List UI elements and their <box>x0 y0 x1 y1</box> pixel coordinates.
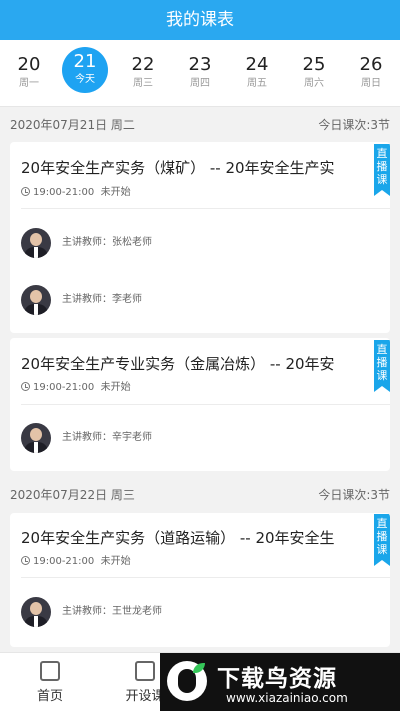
day-weekday: 周三 <box>133 78 153 89</box>
divider <box>21 208 390 209</box>
day-date: 2020年07月21日 周二 <box>10 118 135 132</box>
divider <box>21 404 390 405</box>
live-course-badge: 直播课 <box>374 144 390 196</box>
clock-icon <box>21 187 30 196</box>
day-number: 25 <box>302 54 326 75</box>
day-number: 26 <box>359 54 383 75</box>
live-course-badge: 直播课 <box>374 340 390 392</box>
badge-label: 直播课 <box>376 147 388 186</box>
course-status: 未开始 <box>100 556 131 567</box>
day-header: 2020年07月21日 周二 今日课次:3节 <box>0 108 400 142</box>
badge-label: 直播课 <box>376 517 388 556</box>
clock-icon <box>21 382 30 391</box>
day-weekday: 周一 <box>19 78 39 89</box>
week-date-strip: 20 周一 21 今天 22 周三 23 周四 24 周五 25 周六 26 周… <box>0 40 400 107</box>
page-title: 我的课表 <box>166 10 234 30</box>
tab-home[interactable]: 首页 <box>10 653 90 704</box>
day-24[interactable]: 24 周五 <box>234 53 280 97</box>
badge-label: 直播课 <box>376 343 388 382</box>
teacher-name: 主讲教师：李老师 <box>62 294 142 305</box>
course-card[interactable]: 20年安全生产实务（道路运输） -- 20年安全生 19:00-21:00 未开… <box>10 513 390 647</box>
day-21-today[interactable]: 21 今天 <box>62 47 108 93</box>
avatar <box>21 597 51 627</box>
page-header: 我的课表 <box>0 0 400 40</box>
course-title: 20年安全生产专业实务（金属冶炼） -- 20年安 <box>21 355 335 373</box>
course-time: 19:00-21:00 未开始 <box>21 378 131 393</box>
day-number: 20 <box>17 54 41 75</box>
day-course-count: 今日课次:3节 <box>318 118 390 132</box>
course-time-range: 19:00-21:00 <box>33 556 95 567</box>
day-number: 21 <box>73 51 97 72</box>
day-weekday: 周四 <box>190 78 210 89</box>
avatar <box>21 228 51 258</box>
day-course-count: 今日课次:3节 <box>318 488 390 502</box>
course-title: 20年安全生产实务（煤矿） -- 20年安全生产实 <box>21 159 335 177</box>
day-26[interactable]: 26 周日 <box>348 53 394 97</box>
watermark-title: 下载鸟资源 <box>217 666 337 692</box>
teacher-name: 主讲教师：辛宇老师 <box>62 432 152 443</box>
live-course-badge: 直播课 <box>374 514 390 566</box>
course-status: 未开始 <box>100 187 131 198</box>
day-weekday: 周日 <box>361 78 381 89</box>
watermark-logo <box>167 661 207 701</box>
day-number: 22 <box>131 54 155 75</box>
teacher-name: 主讲教师：王世龙老师 <box>62 606 162 617</box>
course-time-range: 19:00-21:00 <box>33 187 95 198</box>
teacher-name: 主讲教师：张松老师 <box>62 237 152 248</box>
day-23[interactable]: 23 周四 <box>177 53 223 97</box>
course-card[interactable]: 20年安全生产实务（煤矿） -- 20年安全生产实 19:00-21:00 未开… <box>10 142 390 333</box>
list-icon <box>40 661 60 681</box>
day-number: 23 <box>188 54 212 75</box>
clock-icon <box>21 556 30 565</box>
day-weekday: 周五 <box>247 78 267 89</box>
course-time-range: 19:00-21:00 <box>33 382 95 393</box>
day-header: 2020年07月22日 周三 今日课次:3节 <box>0 478 400 512</box>
day-22[interactable]: 22 周三 <box>120 53 166 97</box>
course-title: 20年安全生产实务（道路运输） -- 20年安全生 <box>21 529 335 547</box>
course-card[interactable]: 20年安全生产专业实务（金属冶炼） -- 20年安 19:00-21:00 未开… <box>10 338 390 471</box>
watermark-url: www.xiazainiao.com <box>226 691 348 705</box>
day-20[interactable]: 20 周一 <box>6 53 52 97</box>
day-weekday: 今天 <box>75 74 95 85</box>
book-icon <box>135 661 155 681</box>
day-weekday: 周六 <box>304 78 324 89</box>
tab-label: 首页 <box>36 689 63 704</box>
course-time: 19:00-21:00 未开始 <box>21 183 131 198</box>
day-number: 24 <box>245 54 269 75</box>
divider <box>21 577 390 578</box>
course-status: 未开始 <box>100 382 131 393</box>
day-25[interactable]: 25 周六 <box>291 53 337 97</box>
avatar <box>21 423 51 453</box>
avatar <box>21 285 51 315</box>
course-time: 19:00-21:00 未开始 <box>21 552 131 567</box>
watermark-overlay: 下载鸟资源 www.xiazainiao.com <box>160 653 400 711</box>
day-date: 2020年07月22日 周三 <box>10 488 135 502</box>
